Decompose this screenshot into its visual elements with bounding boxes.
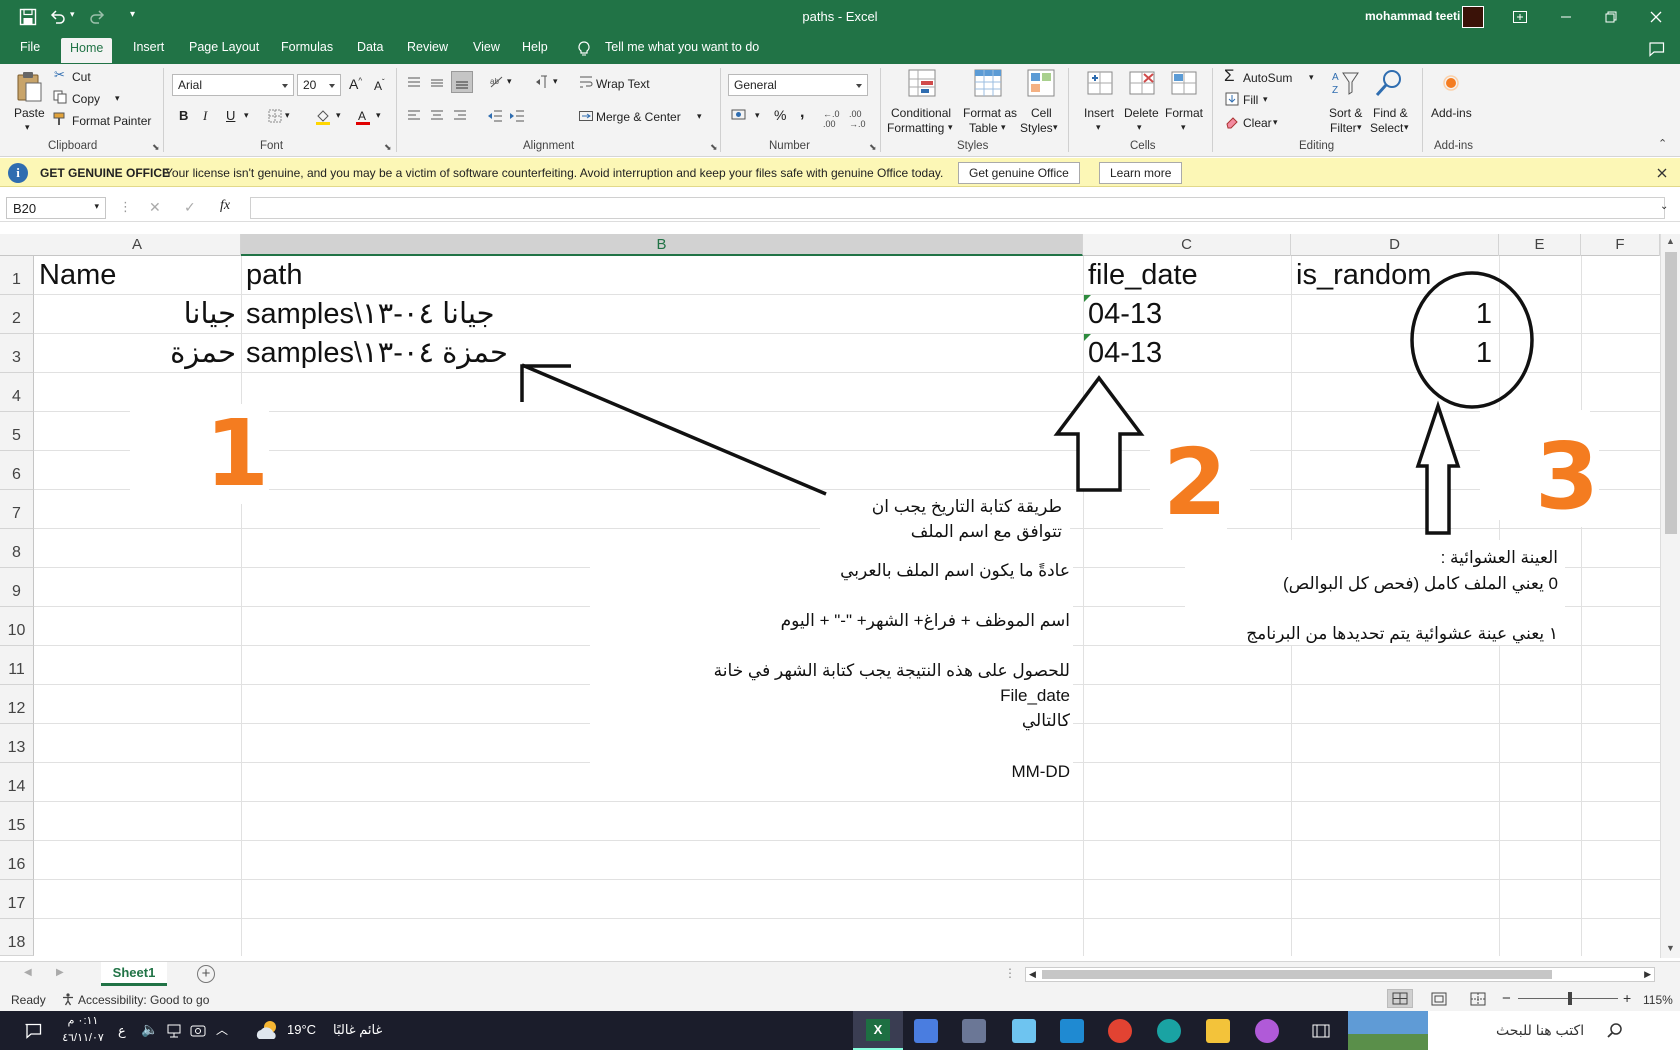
page-break-view-icon[interactable]	[1470, 992, 1486, 1006]
file-explorer-icon[interactable]	[1206, 1019, 1230, 1043]
vertical-scroll-thumb[interactable]	[1665, 252, 1677, 534]
status-ready: Ready	[11, 993, 46, 1007]
split-handle-icon[interactable]: ⋮	[1004, 966, 1016, 980]
note-random-line-2: 0 يعني الملف كامل (فحص كل البوالص)	[1282, 574, 1558, 593]
vscode-icon[interactable]	[1060, 1019, 1084, 1043]
network-icon[interactable]	[166, 1023, 182, 1039]
scroll-sheets-left-icon[interactable]: ◀	[24, 967, 32, 978]
chrome-icon[interactable]	[1108, 1019, 1132, 1043]
note-date-line-2: تتوافق مع اسم الملف	[910, 522, 1062, 541]
input-language[interactable]: ع	[118, 1023, 126, 1039]
task-view-icon[interactable]	[1312, 1023, 1330, 1039]
new-sheet-button[interactable]: +	[197, 965, 215, 983]
accessibility-icon[interactable]	[61, 992, 75, 1006]
app-icon-1[interactable]	[914, 1019, 938, 1043]
status-bar: Ready Accessibility: Good to go − + 115%	[0, 987, 1680, 1011]
arrow-up-date-icon	[1053, 375, 1145, 492]
scroll-down-icon[interactable]: ▼	[1666, 943, 1675, 953]
note-result-line-4: MM-DD	[1011, 762, 1070, 781]
weather-temp[interactable]: 19°C	[287, 1022, 316, 1037]
clock-time[interactable]: ٠:١١ م	[60, 1014, 106, 1027]
notification-icon[interactable]	[24, 1023, 42, 1039]
normal-view-button[interactable]	[1387, 989, 1413, 1008]
weather-desc[interactable]: غائم غالبًا	[333, 1022, 382, 1038]
weather-icon[interactable]	[254, 1019, 280, 1041]
edge-icon[interactable]	[1157, 1019, 1181, 1043]
sheet-tab-sheet1[interactable]: Sheet1	[101, 962, 167, 986]
scroll-left-icon[interactable]: ◀	[1029, 969, 1036, 980]
arrow-up-random-icon	[1415, 400, 1461, 535]
search-icon	[1607, 1023, 1622, 1038]
zoom-slider-thumb[interactable]	[1568, 992, 1572, 1005]
camera-icon[interactable]	[190, 1023, 206, 1039]
volume-icon[interactable]: 🔈	[141, 1021, 158, 1038]
scroll-right-icon[interactable]: ▶	[1644, 969, 1651, 980]
horizontal-scrollbar[interactable]: ◀ ▶	[1025, 967, 1655, 982]
sheet-tab-label: Sheet1	[112, 965, 156, 980]
sheet-tab-bar: ◀ ▶ Sheet1 + ⋮ ◀ ▶	[0, 961, 1680, 987]
zoom-in-button[interactable]: +	[1623, 990, 1631, 1006]
note-date-line-1: طريقة كتابة التاريخ يجب ان	[871, 497, 1062, 516]
note-random-line-1: العينة العشوائية :	[1440, 548, 1558, 567]
search-landscape-image	[1348, 1011, 1428, 1050]
horizontal-scroll-thumb[interactable]	[1042, 970, 1552, 979]
arrow-to-path-icon	[521, 363, 827, 496]
note-result-line-2: File_date	[1000, 686, 1070, 705]
note-result-line-1: للحصول على هذه النتيجة يجب كتابة الشهر ف…	[713, 661, 1070, 680]
page-layout-view-icon[interactable]	[1431, 992, 1447, 1006]
note-name-line-2: اسم الموظف + فراغ+ الشهر+ "-" + اليوم	[780, 611, 1070, 630]
note-name-line-1: عادةً ما يكون اسم الملف بالعربي	[840, 561, 1070, 580]
scroll-sheets-right-icon[interactable]: ▶	[56, 967, 64, 978]
clock-date[interactable]: ٤٦/١١/٠٧	[56, 1031, 110, 1044]
circle-highlight-icon	[1410, 271, 1534, 409]
search-box[interactable]: اكتب هنا للبحث	[1348, 1011, 1680, 1050]
note-random-line-3: ١ يعني عينة عشوائية يتم تحديدها من البرن…	[1246, 624, 1558, 643]
excel-taskbar-button[interactable]: X	[853, 1011, 903, 1050]
excel-icon: X	[866, 1019, 890, 1041]
taskbar: ٠:١١ م ٤٦/١١/٠٧ ع 🔈 ︿ 19°C غائم غالبًا X…	[0, 1011, 1680, 1050]
show-hidden-icons[interactable]: ︿	[216, 1021, 228, 1038]
copilot-icon[interactable]	[1255, 1019, 1279, 1043]
vertical-scrollbar[interactable]: ▲ ▼	[1660, 234, 1680, 958]
notepad-icon[interactable]	[1012, 1019, 1036, 1043]
zoom-level[interactable]: 115%	[1643, 993, 1673, 1007]
zoom-out-button[interactable]: −	[1502, 990, 1511, 1007]
status-accessibility[interactable]: Accessibility: Good to go	[78, 993, 209, 1007]
search-placeholder: اكتب هنا للبحث	[1496, 1022, 1585, 1038]
calculator-icon[interactable]	[962, 1019, 986, 1043]
scroll-up-icon[interactable]: ▲	[1666, 236, 1675, 246]
note-result-line-3: كالتالي	[1021, 711, 1070, 730]
